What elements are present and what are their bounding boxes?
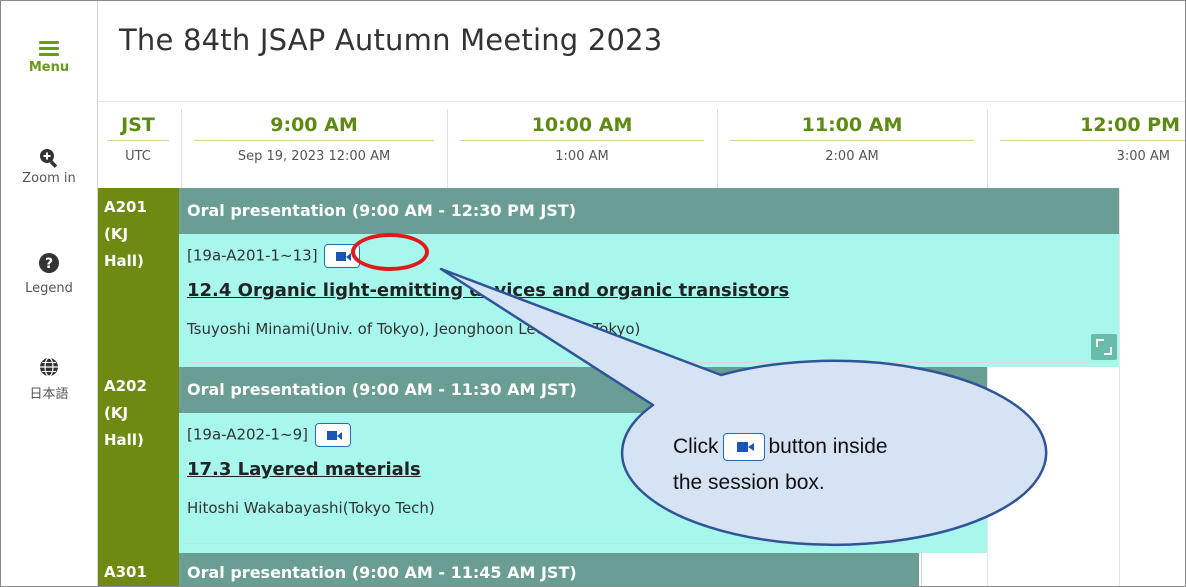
time-jst: 12:00 PM bbox=[1000, 111, 1185, 141]
video-camera-icon bbox=[326, 431, 337, 440]
room-name: A301 bbox=[104, 563, 147, 581]
session-code: [19a-A202-1~9] bbox=[187, 425, 309, 444]
session-code-row: [19a-A202-1~9] bbox=[187, 423, 351, 447]
time-jst: 10:00 AM bbox=[460, 111, 704, 141]
callout-video-button-illustration bbox=[722, 433, 765, 462]
video-camera-icon bbox=[336, 252, 347, 261]
callout-prefix: Click bbox=[673, 435, 719, 458]
highlight-ring bbox=[351, 233, 429, 271]
help-icon: ? bbox=[39, 253, 59, 273]
time-column-1: 10:00 AM 1:00 AM bbox=[448, 111, 716, 187]
time-column-2: 11:00 AM 2:00 AM bbox=[718, 111, 986, 187]
zoom-in-icon bbox=[40, 149, 58, 168]
menu-button[interactable]: Menu bbox=[1, 41, 97, 75]
expand-button[interactable] bbox=[1091, 334, 1117, 360]
session-code: [19a-A201-1~13] bbox=[187, 246, 318, 265]
hamburger-icon bbox=[39, 41, 59, 57]
room-label-a202: A202 (KJ Hall) bbox=[98, 367, 179, 553]
time-utc: Sep 19, 2023 12:00 AM bbox=[237, 149, 391, 164]
callout-text: Click button inside the session box. bbox=[673, 429, 888, 501]
room-detail: Hall) bbox=[104, 252, 144, 270]
zoom-in-button[interactable]: Zoom in bbox=[1, 147, 97, 186]
time-utc: 2:00 AM bbox=[825, 149, 879, 164]
session-header: Oral presentation (9:00 AM - 12:30 PM JS… bbox=[179, 188, 1119, 234]
grid-line bbox=[987, 367, 988, 586]
legend-label: Legend bbox=[25, 281, 73, 296]
header-divider bbox=[97, 101, 1185, 102]
session-header: Oral presentation (9:00 AM - 11:45 AM JS… bbox=[179, 553, 919, 586]
session-title-link[interactable]: 17.3 Layered materials bbox=[187, 459, 421, 480]
session-box-a301[interactable]: Oral presentation (9:00 AM - 11:45 AM JS… bbox=[179, 553, 919, 586]
room-detail: (KJ bbox=[104, 225, 129, 243]
session-authors: Hitoshi Wakabayashi(Tokyo Tech) bbox=[187, 499, 435, 517]
callout-suffix: button inside bbox=[768, 435, 888, 458]
session-code-row: [19a-A201-1~13] bbox=[187, 244, 361, 268]
room-name: A202 bbox=[104, 377, 147, 395]
time-utc: 1:00 AM bbox=[555, 149, 609, 164]
zoom-in-label: Zoom in bbox=[22, 171, 76, 186]
room-detail: (KJ bbox=[104, 404, 129, 422]
video-button[interactable] bbox=[314, 423, 351, 447]
time-utc: 3:00 AM bbox=[1116, 149, 1170, 164]
session-title-link[interactable]: 12.4 Organic light-emitting devices and … bbox=[187, 280, 789, 301]
video-camera-icon bbox=[736, 442, 748, 453]
callout-line2: the session box. bbox=[673, 471, 825, 494]
grid-line bbox=[921, 553, 922, 586]
room-detail: Hall) bbox=[104, 431, 144, 449]
legend-button[interactable]: ? Legend bbox=[1, 253, 97, 296]
room-label-a201: A201 (KJ Hall) bbox=[98, 188, 179, 367]
page-title: The 84th JSAP Autumn Meeting 2023 bbox=[119, 23, 663, 57]
session-authors: Tsuyoshi Minami(Univ. of Tokyo), Jeongho… bbox=[187, 320, 641, 338]
time-column-0: 9:00 AM Sep 19, 2023 12:00 AM bbox=[182, 111, 446, 187]
tz-primary: JST bbox=[107, 111, 169, 141]
time-jst: 9:00 AM bbox=[194, 111, 434, 141]
menu-label: Menu bbox=[28, 60, 70, 75]
session-box-a201[interactable]: Oral presentation (9:00 AM - 12:30 PM JS… bbox=[179, 188, 1119, 367]
svg-text:?: ? bbox=[45, 256, 53, 272]
language-label: 日本語 bbox=[29, 387, 69, 402]
session-divider bbox=[185, 543, 905, 544]
sidebar: Menu Zoom in ? Legend 日本語 bbox=[1, 1, 98, 586]
tz-secondary: UTC bbox=[125, 149, 151, 164]
grid-line bbox=[1119, 188, 1120, 586]
time-jst: 11:00 AM bbox=[730, 111, 974, 141]
timezone-header: JST UTC bbox=[97, 111, 179, 187]
time-column-3: 12:00 PM 3:00 AM bbox=[988, 111, 1185, 187]
session-header: Oral presentation (9:00 AM - 11:30 AM JS… bbox=[179, 367, 987, 413]
language-button[interactable]: 日本語 bbox=[1, 357, 97, 402]
globe-icon bbox=[40, 357, 58, 377]
app-frame: Menu Zoom in ? Legend 日本語 The 84th JSAP … bbox=[0, 0, 1186, 587]
room-name: A201 bbox=[104, 198, 147, 216]
room-label-a301: A301 bbox=[98, 553, 179, 586]
session-divider bbox=[185, 362, 1093, 363]
